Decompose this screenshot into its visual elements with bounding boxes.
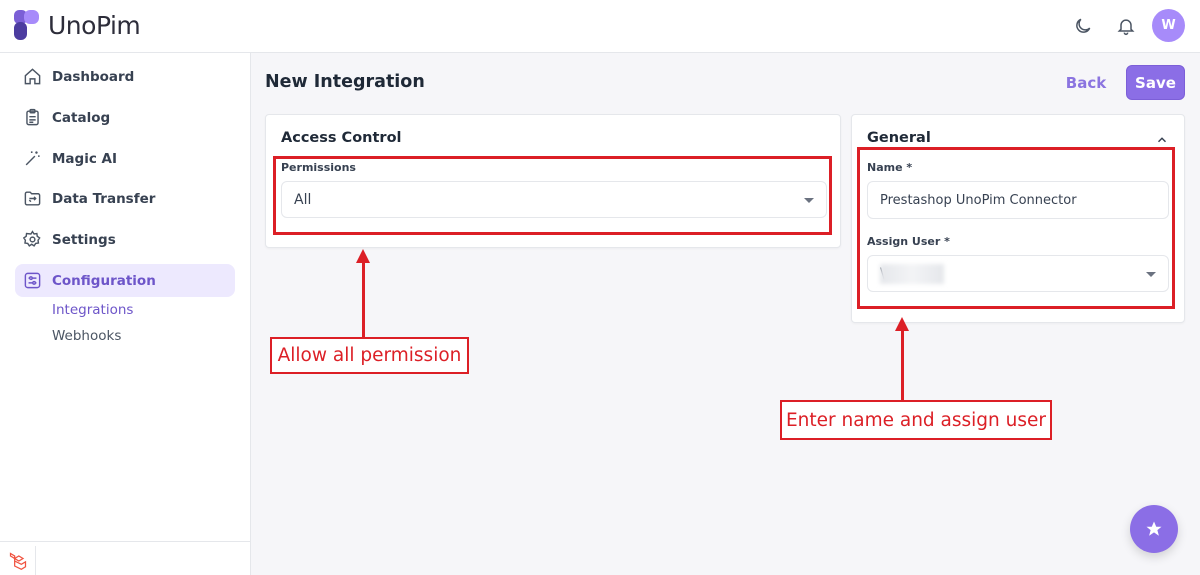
sidebar-item-label: Configuration	[52, 272, 156, 289]
sidebar-item-label: Data Transfer	[52, 190, 156, 207]
magic-wand-icon	[22, 149, 42, 169]
annotation-callout-right: Enter name and assign user	[780, 400, 1052, 440]
sidebar-item-label: Catalog	[52, 109, 111, 126]
home-icon	[22, 67, 42, 87]
sidebar-item-data-transfer[interactable]: Data Transfer	[15, 182, 235, 215]
sliders-icon	[22, 271, 42, 291]
sidebar-item-magic-ai[interactable]: Magic AI	[15, 142, 235, 175]
logo[interactable]: UnoPim	[14, 10, 141, 40]
folder-transfer-icon	[22, 189, 42, 209]
moon-icon[interactable]	[1070, 13, 1096, 39]
sidebar-item-catalog[interactable]: Catalog	[15, 101, 235, 134]
sidebar-subitem-webhooks[interactable]: Webhooks	[52, 328, 121, 344]
sidebar-item-dashboard[interactable]: Dashboard	[15, 60, 235, 93]
star-icon	[1146, 521, 1162, 536]
arrow-line	[362, 262, 365, 338]
top-header: UnoPim W	[0, 0, 1200, 53]
bell-icon[interactable]	[1113, 13, 1139, 39]
sidebar-item-label: Settings	[52, 231, 116, 248]
laravel-icon[interactable]	[0, 546, 36, 575]
sidebar-footer	[0, 541, 251, 575]
clipboard-icon	[22, 108, 42, 128]
access-control-title: Access Control	[281, 130, 402, 146]
back-button[interactable]: Back	[1062, 70, 1110, 96]
save-button[interactable]: Save	[1126, 65, 1185, 100]
favorites-button[interactable]	[1130, 505, 1178, 553]
permissions-highlight-box	[273, 156, 832, 235]
avatar[interactable]: W	[1152, 9, 1185, 42]
arrow-up-icon	[356, 249, 370, 263]
sidebar-subitem-integrations[interactable]: Integrations	[52, 302, 133, 318]
logo-mark-icon	[14, 10, 42, 40]
general-highlight-box	[857, 147, 1175, 309]
sidebar-item-configuration[interactable]: Configuration	[15, 264, 235, 297]
gear-icon	[22, 230, 42, 250]
annotation-callout-left: Allow all permission	[270, 337, 469, 374]
sidebar-item-settings[interactable]: Settings	[15, 223, 235, 256]
arrow-line	[901, 330, 904, 401]
sidebar: Dashboard Catalog Magic AI Data Transfer…	[0, 53, 251, 575]
logo-text: UnoPim	[48, 10, 141, 40]
sidebar-item-label: Dashboard	[52, 68, 135, 85]
sidebar-item-label: Magic AI	[52, 150, 118, 167]
arrow-up-icon	[895, 317, 909, 331]
page-title: New Integration	[265, 72, 425, 92]
general-title: General	[867, 130, 931, 146]
